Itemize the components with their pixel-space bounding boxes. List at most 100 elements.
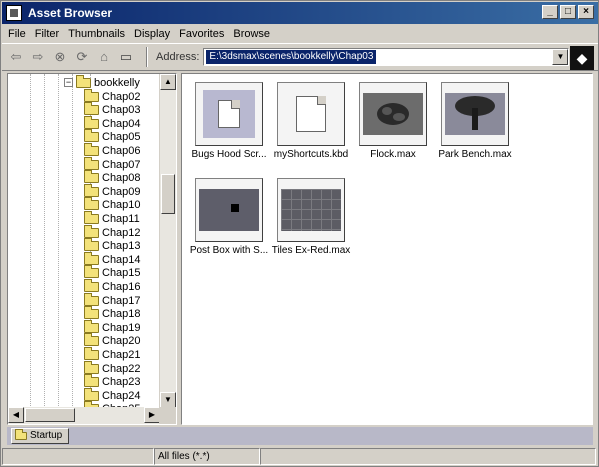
address-dropdown-button[interactable]: ▼ <box>552 49 569 65</box>
folder-icon <box>15 429 27 440</box>
asset-browser-window: Asset Browser _ □ × File Filter Thumbnai… <box>0 0 599 467</box>
asset-item[interactable]: myShortcuts.kbd <box>270 82 352 160</box>
tree-item-label: Chap16 <box>102 280 141 293</box>
scroll-up-button[interactable]: ▲ <box>160 74 176 90</box>
folder-icon <box>84 387 99 401</box>
minimize-button[interactable]: _ <box>542 5 558 19</box>
asset-item[interactable]: Flock.max <box>352 82 434 160</box>
window-title: Asset Browser <box>28 6 113 20</box>
address-field[interactable]: E:\3dsmax\scenes\bookkelly\Chap03 ▼ <box>203 48 570 66</box>
tab-startup[interactable]: Startup <box>11 428 70 444</box>
tree-item[interactable]: Chap10 <box>84 197 141 212</box>
refresh-icon[interactable]: ⟳ <box>74 49 90 65</box>
tree-item[interactable]: Chap24 <box>84 387 141 402</box>
tree-item[interactable]: Chap17 <box>84 292 141 307</box>
tree-item[interactable]: Chap21 <box>84 346 141 361</box>
tree-item[interactable]: Chap23 <box>84 374 141 389</box>
stop-icon[interactable]: ⊗ <box>52 49 68 65</box>
home-icon[interactable]: ⌂ <box>96 49 112 65</box>
asset-thumbnail[interactable] <box>277 82 345 146</box>
document-icon <box>296 96 326 132</box>
tree-item[interactable]: Chap04 <box>84 115 141 130</box>
folder-icon <box>84 251 99 265</box>
folder-icon <box>84 319 99 333</box>
tree-item[interactable]: Chap07 <box>84 156 141 171</box>
tree-item[interactable]: Chap09 <box>84 183 141 198</box>
scroll-thumb[interactable] <box>161 174 175 214</box>
menu-filter[interactable]: Filter <box>35 28 59 40</box>
asset-item[interactable]: Post Box with S... <box>188 178 270 256</box>
tree-item[interactable]: Chap16 <box>84 278 141 293</box>
tree-item-label: Chap22 <box>102 362 141 375</box>
tree-item-label: Chap23 <box>102 376 141 389</box>
asset-thumbnail[interactable] <box>195 82 263 146</box>
asset-caption: Tiles Ex-Red.max <box>271 245 351 256</box>
scene-preview-image <box>281 189 341 231</box>
tab-label: Startup <box>30 430 63 441</box>
script-file-icon <box>203 90 255 138</box>
back-arrow-icon[interactable]: ⇦ <box>8 49 24 65</box>
scroll-left-button[interactable]: ◀ <box>8 407 24 423</box>
scroll-thumb[interactable] <box>25 408 75 422</box>
asset-thumbnail[interactable] <box>441 82 509 146</box>
folder-icon <box>84 156 99 170</box>
scroll-right-button[interactable]: ▶ <box>144 407 160 423</box>
asset-thumbnail-pane[interactable]: Bugs Hood Scr... myShortcuts.kbd Flock.m… <box>181 73 593 425</box>
tree-item[interactable]: Chap19 <box>84 319 141 334</box>
tree-item[interactable]: Chap22 <box>84 360 141 375</box>
title-bar[interactable]: Asset Browser _ □ × <box>2 2 598 24</box>
forward-arrow-icon[interactable]: ⇨ <box>30 49 46 65</box>
tree-item[interactable]: Chap12 <box>84 224 141 239</box>
tree-item-label: Chap13 <box>102 240 141 253</box>
collapse-icon[interactable]: − <box>64 78 73 87</box>
folder-icon <box>84 115 99 129</box>
tree-item[interactable]: Chap14 <box>84 251 141 266</box>
tree-item-label: Chap04 <box>102 117 141 130</box>
folder-icon <box>84 374 99 388</box>
folder-icon <box>84 224 99 238</box>
scroll-down-button[interactable]: ▼ <box>160 392 176 408</box>
maximize-button[interactable]: □ <box>560 5 576 19</box>
asset-item[interactable]: Park Bench.max <box>434 82 516 160</box>
folder-tree-view: − bookkelly Chap02 Chap03 Chap04 Chap05 Chap… <box>8 74 160 415</box>
menu-thumbnails[interactable]: Thumbnails <box>68 28 125 40</box>
tree-item[interactable]: Chap06 <box>84 142 141 157</box>
tree-item[interactable]: Chap02 <box>84 88 141 103</box>
asset-item[interactable]: Bugs Hood Scr... <box>188 82 270 160</box>
tree-item-label: Chap05 <box>102 131 141 144</box>
folder-icon[interactable]: ▭ <box>118 49 134 65</box>
tree-item[interactable]: Chap15 <box>84 265 141 280</box>
menu-favorites[interactable]: Favorites <box>179 28 224 40</box>
tree-item[interactable]: Chap20 <box>84 333 141 348</box>
asset-item[interactable]: Tiles Ex-Red.max <box>270 178 352 256</box>
tree-guide-line <box>30 74 31 408</box>
asset-thumbnail[interactable] <box>359 82 427 146</box>
asset-caption: Park Bench.max <box>438 149 512 160</box>
tree-item-label: Chap17 <box>102 294 141 307</box>
app-icon <box>6 5 22 21</box>
asset-thumbnail[interactable] <box>195 178 263 242</box>
tree-item-root[interactable]: − bookkelly <box>64 74 140 89</box>
tree-item-label: Chap18 <box>102 308 141 321</box>
tree-item[interactable]: Chap05 <box>84 129 141 144</box>
tab-bar: Startup <box>7 427 593 445</box>
folder-icon <box>84 210 99 224</box>
tree-guide-line <box>72 74 73 408</box>
close-button[interactable]: × <box>578 5 594 19</box>
folder-icon <box>84 333 99 347</box>
menu-display[interactable]: Display <box>134 28 170 40</box>
tree-vertical-scrollbar[interactable]: ▲ ▼ <box>159 74 176 408</box>
tree-item[interactable]: Chap13 <box>84 238 141 253</box>
asset-thumbnail[interactable] <box>277 178 345 242</box>
tree-item[interactable]: Chap11 <box>84 210 140 225</box>
tree-item[interactable]: Chap03 <box>84 102 141 117</box>
menu-file[interactable]: File <box>8 28 26 40</box>
tree-item-label: Chap24 <box>102 389 141 402</box>
tree-item[interactable]: Chap18 <box>84 306 141 321</box>
menu-browse[interactable]: Browse <box>233 28 270 40</box>
address-value[interactable]: E:\3dsmax\scenes\bookkelly\Chap03 <box>206 50 377 64</box>
tree-item[interactable]: Chap08 <box>84 170 141 185</box>
tree-horizontal-scrollbar[interactable]: ◀ ▶ <box>8 407 160 424</box>
tree-item-label: Chap10 <box>102 199 141 212</box>
folder-tree[interactable]: − bookkelly Chap02 Chap03 Chap04 Chap05 Chap… <box>7 73 177 425</box>
